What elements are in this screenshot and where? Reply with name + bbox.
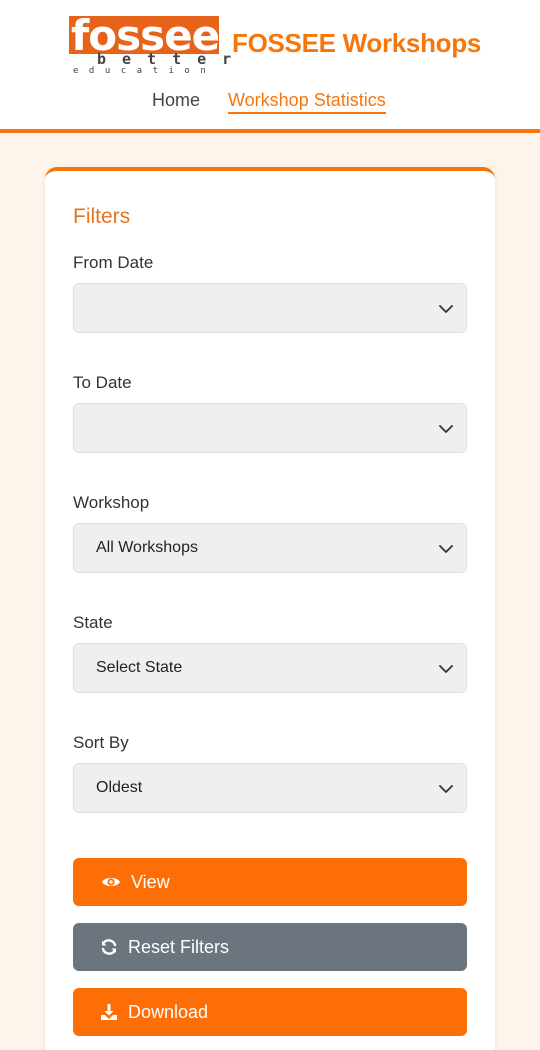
workshop-select[interactable]: All Workshops [73,523,467,573]
to-date-select[interactable] [73,403,467,453]
nav-workshop-statistics-link[interactable]: Workshop Statistics [228,89,386,114]
download-button-label: Download [128,1002,209,1022]
chevron-down-icon [439,425,453,433]
state-label: State [73,613,113,632]
reset-filters-button-label: Reset Filters [128,937,230,957]
view-button[interactable]: View [73,858,467,906]
view-button-label: View [131,872,170,892]
from-date-label: From Date [73,253,154,272]
fossee-logo[interactable]: fossee better education [69,14,248,76]
sort-by-select[interactable]: Oldest [73,763,467,813]
refresh-icon [101,939,117,955]
nav-home-link[interactable]: Home [152,89,200,111]
filters-card: Filters From Date To Date Workshop All W… [45,167,495,1050]
sort-by-label: Sort By [73,733,129,752]
site-header: fossee better education FOSSEE Workshops… [0,0,540,133]
chevron-down-icon [439,305,453,313]
chevron-down-icon [439,665,453,673]
logo-top-band: fossee [69,14,220,58]
eye-icon [102,877,120,887]
to-date-label: To Date [73,373,132,392]
workshop-label: Workshop [73,493,150,512]
reset-filters-button[interactable]: Reset Filters [73,923,467,971]
from-date-select[interactable] [73,283,467,333]
filters-title: Filters [73,205,131,228]
chevron-down-icon [439,785,453,793]
chevron-down-icon [439,545,453,553]
workshop-value: All Workshops [96,539,198,556]
download-button[interactable]: Download [73,988,467,1036]
state-value: Select State [96,659,183,676]
sort-by-value: Oldest [96,779,143,796]
download-icon [101,1004,117,1020]
brand-title[interactable]: FOSSEE Workshops [232,28,481,58]
state-select[interactable]: Select State [73,643,467,693]
logo-subline: education [73,66,217,76]
logo-tagline: better [97,50,248,68]
